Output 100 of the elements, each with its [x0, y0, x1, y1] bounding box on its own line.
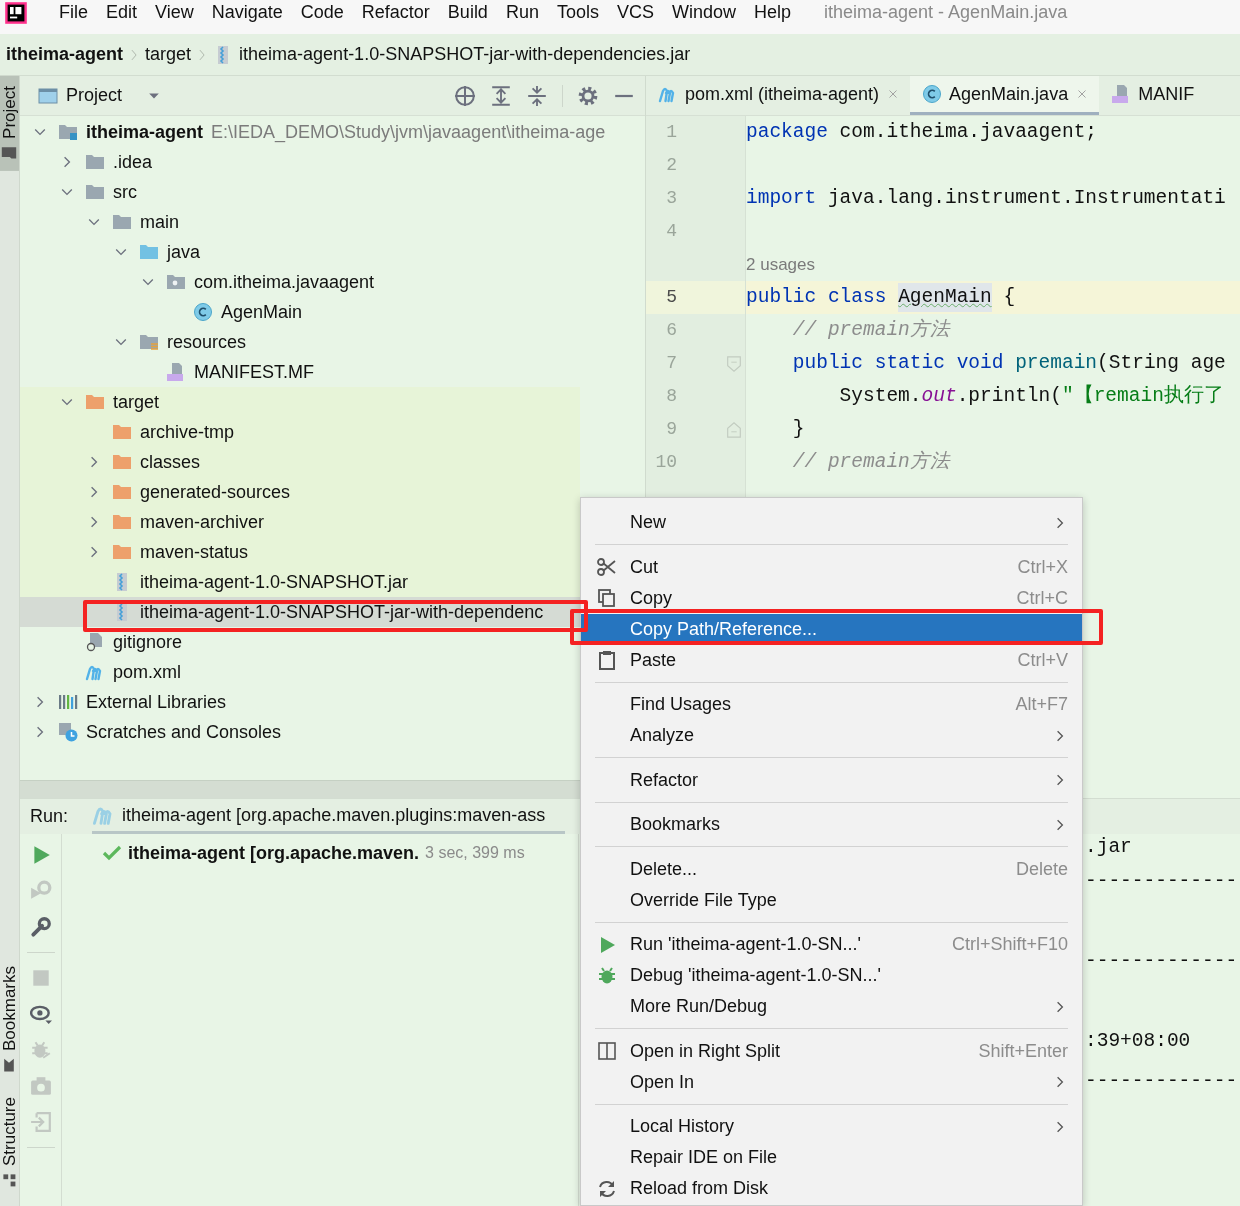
tree-item[interactable]: generated-sources — [20, 477, 580, 507]
eye-icon[interactable] — [29, 1003, 52, 1025]
menu-item[interactable]: Paste Ctrl+V — [581, 644, 1082, 676]
reload-icon — [597, 1178, 617, 1199]
menu-item[interactable]: VCS — [607, 1, 663, 23]
collapse-all-icon[interactable] — [526, 84, 548, 107]
tree-item[interactable]: main — [20, 207, 580, 237]
tree-item[interactable]: gitignore — [20, 627, 580, 657]
menu-item[interactable]: Find Usages Alt+F7 — [581, 689, 1082, 720]
locate-icon[interactable] — [454, 84, 476, 107]
settings-icon[interactable] — [577, 84, 599, 107]
folder-icon — [112, 212, 132, 232]
side-tab[interactable]: Structure — [0, 1091, 19, 1194]
menu-item[interactable]: Override File Type — [581, 884, 1082, 916]
menu-item[interactable]: Analyze — [581, 720, 1082, 751]
menu-item[interactable]: Debug 'itheima-agent-1.0-SN...' — [581, 960, 1082, 991]
menu-item[interactable]: Code — [291, 1, 353, 23]
tree-item[interactable]: .idea — [20, 147, 580, 177]
menu-item[interactable]: Build — [438, 1, 497, 23]
run-tree-item[interactable]: itheima-agent [org.apache.maven. 3 sec, 399 ms — [102, 838, 525, 868]
file-icon — [85, 632, 105, 652]
editor-tab[interactable]: AgenMain.java — [910, 76, 1100, 115]
menu-item[interactable]: Delete... Delete — [581, 853, 1082, 885]
tree-item[interactable]: itheima-agent-1.0-SNAPSHOT.jar — [20, 567, 580, 597]
console-line: ------------- — [1085, 1069, 1238, 1095]
menu-item[interactable]: File — [50, 1, 97, 23]
tree-item[interactable]: com.itheima.javaagent — [20, 267, 580, 297]
code-line: // premain方法 — [791, 317, 952, 343]
tree-item[interactable]: itheima-agent E:\IEDA_DEMO\Study\jvm\javaagent\itheima-age — [20, 117, 606, 147]
menu-item[interactable]: Run 'itheima-agent-1.0-SN...' Ctrl+Shift+F10 — [581, 929, 1082, 960]
editor-tab[interactable]: MANIF — [1099, 76, 1205, 115]
menu-item[interactable]: Refactor — [352, 1, 439, 23]
line-number: 1 — [665, 121, 677, 144]
tree-item[interactable]: archive-tmp — [20, 417, 580, 447]
menu-item[interactable]: Repair IDE on File — [581, 1142, 1082, 1173]
menu-item[interactable]: Run — [496, 1, 548, 23]
bug-icon — [597, 965, 617, 986]
line-number: 4 — [665, 220, 677, 243]
side-tab[interactable]: Project — [0, 76, 19, 171]
menu-item[interactable]: Edit — [97, 1, 147, 23]
folder-icon — [139, 242, 159, 262]
tree-item[interactable]: maven-status — [20, 537, 580, 567]
tree-item[interactable]: MANIFEST.MF — [20, 357, 580, 387]
code-line: } — [791, 416, 806, 442]
menu-item[interactable]: Local History — [581, 1111, 1082, 1142]
code-line: System.out.println("【remain执行了 — [838, 383, 1225, 409]
tree-item[interactable]: Scratches and Consoles — [20, 717, 580, 747]
menu-item[interactable]: Open in Right Split Shift+Enter — [581, 1035, 1082, 1067]
package-icon — [166, 272, 186, 292]
menu-item[interactable]: Tools — [547, 1, 608, 23]
shortcut-text: Ctrl+X — [1017, 555, 1068, 579]
menu-item[interactable]: Navigate — [202, 1, 292, 23]
tree-item[interactable]: target — [20, 387, 580, 417]
view-selector[interactable]: Project — [38, 82, 163, 109]
menu-item[interactable]: New — [581, 507, 1082, 538]
tree-item[interactable]: classes — [20, 447, 580, 477]
folder-icon — [112, 512, 132, 532]
tree-item[interactable]: java — [20, 237, 580, 267]
run-tab[interactable]: itheima-agent [org.apache.maven.plugins:maven-ass — [92, 799, 566, 834]
menu-item[interactable]: View — [146, 1, 203, 23]
tree-item[interactable]: AgenMain — [20, 297, 580, 327]
tree-item[interactable]: resources — [20, 327, 580, 357]
menu-item[interactable]: Open In — [581, 1066, 1082, 1098]
tree-item[interactable]: src — [20, 177, 580, 207]
breadcrumb-item[interactable]: target — [145, 41, 192, 68]
tree-item[interactable]: External Libraries — [20, 687, 580, 717]
code-line: // premain方法 — [791, 449, 952, 475]
usage-hint[interactable]: 2 usages — [746, 251, 815, 278]
menu-item[interactable]: More Run/Debug — [581, 991, 1082, 1022]
tree-item[interactable]: pom.xml — [20, 657, 580, 687]
side-tab[interactable]: Bookmarks — [0, 960, 19, 1079]
editor-tab[interactable]: pom.xml (itheima-agent) — [646, 76, 911, 115]
console-line: :39+08:00 — [1085, 1029, 1191, 1055]
menu-item[interactable]: Copy Ctrl+C — [581, 582, 1082, 614]
console-line: ------------- — [1085, 949, 1238, 975]
shortcut-text: Alt+F7 — [1015, 693, 1068, 716]
path-text: E:\IEDA_DEMO\Study\jvm\javaagent\itheima-age — [211, 120, 606, 145]
paste-icon — [597, 650, 617, 670]
folder-icon — [58, 122, 78, 142]
app-logo-icon[interactable] — [4, 1, 28, 25]
class-icon — [922, 84, 943, 104]
menu-item[interactable]: Help — [745, 1, 801, 23]
menu-item[interactable]: Bookmarks — [581, 809, 1082, 840]
menu-item[interactable]: Window — [662, 1, 745, 23]
folder-icon — [1, 144, 18, 161]
menu-item[interactable]: Refactor — [581, 764, 1082, 796]
wrench-icon[interactable] — [29, 916, 52, 938]
breadcrumb-item[interactable]: itheima-agent — [6, 41, 124, 68]
line-number: 3 — [665, 187, 677, 210]
panel-label: Run: — [29, 805, 70, 828]
breadcrumb-item[interactable]: itheima-agent-1.0-SNAPSHOT-jar-with-dependencies.jar — [213, 41, 691, 68]
manifest-file-icon — [166, 362, 186, 382]
menu-item[interactable]: Reload from Disk — [581, 1173, 1082, 1204]
tree-item[interactable]: maven-archiver — [20, 507, 580, 537]
menu-item[interactable]: Cut Ctrl+X — [581, 551, 1082, 583]
expand-all-icon[interactable] — [490, 84, 512, 107]
line-number: 7 — [665, 352, 677, 375]
structure-icon — [1, 1172, 18, 1188]
library-icon — [58, 692, 78, 712]
line-number: 2 — [665, 154, 677, 177]
